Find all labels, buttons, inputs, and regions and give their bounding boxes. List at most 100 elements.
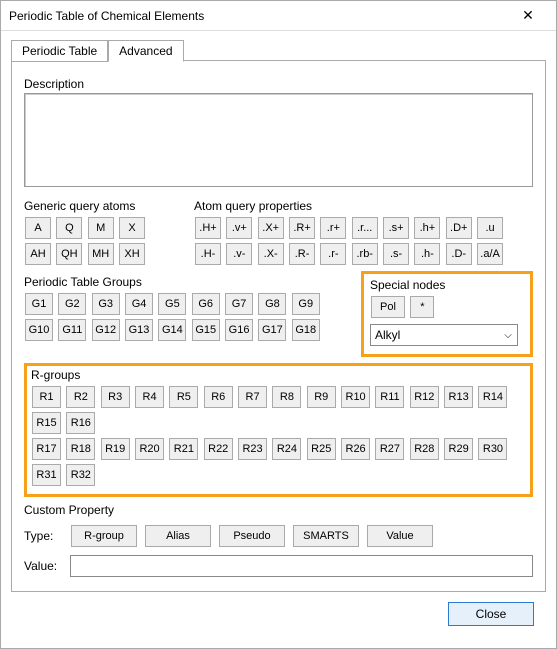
- gqa-btn-qh[interactable]: QH: [56, 243, 82, 265]
- aqp-h-plus[interactable]: .H+: [195, 217, 221, 239]
- r17-button[interactable]: R17: [32, 438, 61, 460]
- r20-button[interactable]: R20: [135, 438, 164, 460]
- r11-button[interactable]: R11: [375, 386, 404, 408]
- custom-value-input[interactable]: [70, 555, 533, 577]
- close-button[interactable]: Close: [448, 602, 534, 626]
- custom-type-smarts[interactable]: SMARTS: [293, 525, 359, 547]
- ptg-g13[interactable]: G13: [125, 319, 153, 341]
- ptg-g15[interactable]: G15: [192, 319, 220, 341]
- ptg-g4[interactable]: G4: [125, 293, 153, 315]
- aqp-h-minus-low[interactable]: .h-: [414, 243, 440, 265]
- r18-button[interactable]: R18: [66, 438, 95, 460]
- r32-button[interactable]: R32: [66, 464, 95, 486]
- ptg-g11[interactable]: G11: [58, 319, 86, 341]
- r1-button[interactable]: R1: [32, 386, 61, 408]
- aqp-h-minus[interactable]: .H-: [195, 243, 221, 265]
- r25-button[interactable]: R25: [307, 438, 336, 460]
- custom-type-alias[interactable]: Alias: [145, 525, 211, 547]
- ptg-g18[interactable]: G18: [292, 319, 320, 341]
- r23-button[interactable]: R23: [238, 438, 267, 460]
- ptg-g10[interactable]: G10: [25, 319, 53, 341]
- custom-value-row: Value:: [24, 555, 533, 577]
- ptg-g12[interactable]: G12: [92, 319, 120, 341]
- r14-button[interactable]: R14: [478, 386, 507, 408]
- ptg-g9[interactable]: G9: [292, 293, 320, 315]
- special-star-button[interactable]: *: [410, 296, 434, 318]
- special-nodes-buttons: Pol *: [370, 294, 524, 320]
- aqp-u[interactable]: .u: [477, 217, 503, 239]
- aqp-r-dots[interactable]: .r...: [352, 217, 378, 239]
- r5-button[interactable]: R5: [169, 386, 198, 408]
- r10-button[interactable]: R10: [341, 386, 370, 408]
- ptg-g17[interactable]: G17: [258, 319, 286, 341]
- tab-periodic-table[interactable]: Periodic Table: [11, 40, 108, 62]
- ptg-g5[interactable]: G5: [158, 293, 186, 315]
- ptg-g3[interactable]: G3: [92, 293, 120, 315]
- aqp-r-plus[interactable]: .r+: [320, 217, 346, 239]
- gqa-btn-x[interactable]: X: [119, 217, 145, 239]
- aqp-a-slash-a[interactable]: .a/A: [477, 243, 503, 265]
- aqp-x-plus[interactable]: .X+: [258, 217, 284, 239]
- r26-button[interactable]: R26: [341, 438, 370, 460]
- value-label: Value:: [24, 559, 64, 573]
- r29-button[interactable]: R29: [444, 438, 473, 460]
- ptg-g8[interactable]: G8: [258, 293, 286, 315]
- aqp-r-minus-cap[interactable]: .R-: [289, 243, 315, 265]
- description-box[interactable]: [24, 93, 533, 187]
- r28-button[interactable]: R28: [410, 438, 439, 460]
- r2-button[interactable]: R2: [66, 386, 95, 408]
- ptg-g16[interactable]: G16: [225, 319, 253, 341]
- aqp-r-minus[interactable]: .r-: [320, 243, 346, 265]
- aqp-d-plus[interactable]: .D+: [446, 217, 472, 239]
- custom-type-rgroup[interactable]: R-group: [71, 525, 137, 547]
- r12-button[interactable]: R12: [410, 386, 439, 408]
- gqa-btn-ah[interactable]: AH: [25, 243, 51, 265]
- close-icon[interactable]: ✕: [508, 7, 548, 24]
- aqp-d-minus[interactable]: .D-: [446, 243, 472, 265]
- r22-button[interactable]: R22: [204, 438, 233, 460]
- r15-button[interactable]: R15: [32, 412, 61, 434]
- aqp-s-minus[interactable]: .s-: [383, 243, 409, 265]
- r19-button[interactable]: R19: [101, 438, 130, 460]
- aqp-rb-minus[interactable]: .rb-: [352, 243, 378, 265]
- tab-strip: Periodic Table Advanced: [11, 39, 546, 61]
- ptg-g2[interactable]: G2: [58, 293, 86, 315]
- aqp-h-plus-low[interactable]: .h+: [414, 217, 440, 239]
- aqp-s-plus[interactable]: .s+: [383, 217, 409, 239]
- r13-button[interactable]: R13: [444, 386, 473, 408]
- tab-advanced[interactable]: Advanced: [108, 40, 183, 62]
- r6-button[interactable]: R6: [204, 386, 233, 408]
- aqp-v-plus[interactable]: .v+: [226, 217, 252, 239]
- r16-button[interactable]: R16: [66, 412, 95, 434]
- r9-button[interactable]: R9: [307, 386, 336, 408]
- special-nodes-dropdown[interactable]: Alkyl ⌵: [370, 324, 518, 346]
- gqa-btn-a[interactable]: A: [25, 217, 51, 239]
- ptg-g14[interactable]: G14: [158, 319, 186, 341]
- r21-button[interactable]: R21: [169, 438, 198, 460]
- aqp-r-plus-cap[interactable]: .R+: [289, 217, 315, 239]
- r8-button[interactable]: R8: [272, 386, 301, 408]
- gqa-btn-q[interactable]: Q: [56, 217, 82, 239]
- ptg-g6[interactable]: G6: [192, 293, 220, 315]
- custom-property-label: Custom Property: [24, 503, 533, 517]
- r4-button[interactable]: R4: [135, 386, 164, 408]
- gqa-btn-xh[interactable]: XH: [119, 243, 145, 265]
- r24-button[interactable]: R24: [272, 438, 301, 460]
- ptg-g7[interactable]: G7: [225, 293, 253, 315]
- r27-button[interactable]: R27: [375, 438, 404, 460]
- chevron-down-icon: ⌵: [499, 330, 517, 341]
- r-groups-highlight: R-groups R1 R2 R3 R4 R5 R6 R7 R8 R9 R10 …: [24, 363, 533, 497]
- gqa-btn-m[interactable]: M: [88, 217, 114, 239]
- gqa-label: Generic query atoms: [24, 199, 194, 213]
- r30-button[interactable]: R30: [478, 438, 507, 460]
- special-pol-button[interactable]: Pol: [371, 296, 405, 318]
- custom-type-value[interactable]: Value: [367, 525, 433, 547]
- gqa-btn-mh[interactable]: MH: [88, 243, 114, 265]
- aqp-x-minus[interactable]: .X-: [258, 243, 284, 265]
- r7-button[interactable]: R7: [238, 386, 267, 408]
- custom-type-pseudo[interactable]: Pseudo: [219, 525, 285, 547]
- aqp-v-minus[interactable]: .v-: [226, 243, 252, 265]
- r3-button[interactable]: R3: [101, 386, 130, 408]
- r31-button[interactable]: R31: [32, 464, 61, 486]
- ptg-g1[interactable]: G1: [25, 293, 53, 315]
